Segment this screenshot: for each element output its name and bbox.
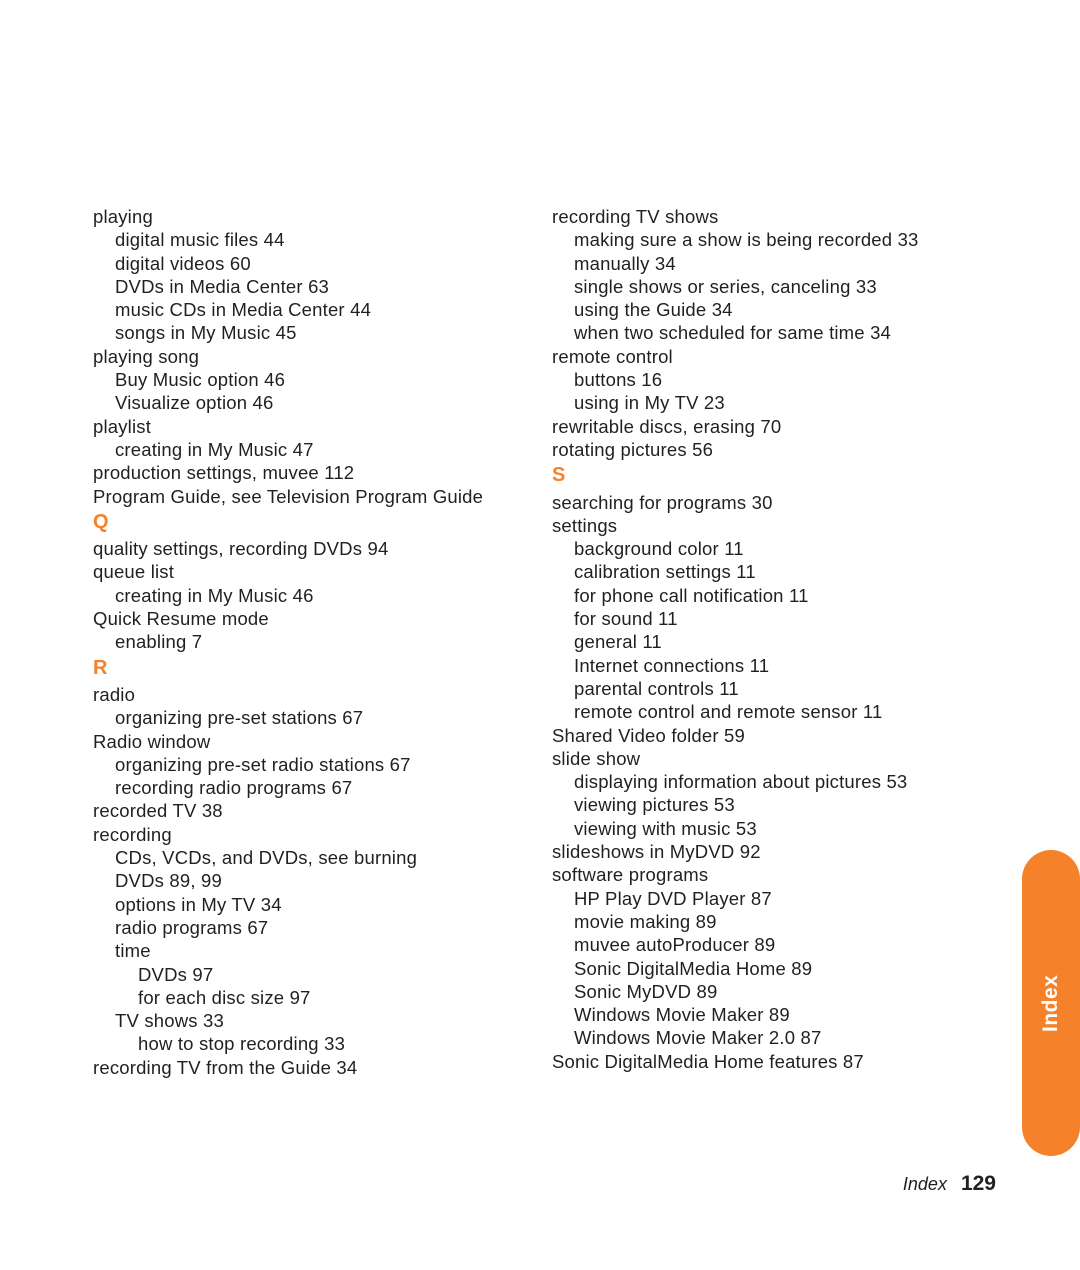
index-entry: settings xyxy=(552,514,618,536)
index-entry: making sure a show is being recorded 33 xyxy=(574,229,919,251)
footer-section-label: Index xyxy=(902,1174,947,1194)
index-entry: buttons 16 xyxy=(574,369,663,391)
index-column-left: playing digital music files 44 digital vid… xyxy=(93,205,523,1079)
index-entry: DVDs in Media Center 63 xyxy=(115,275,330,297)
index-entry: viewing pictures 53 xyxy=(574,794,735,816)
index-entry: movie making 89 xyxy=(574,910,717,932)
index-entry: for sound 11 xyxy=(574,608,678,630)
index-entry: radio xyxy=(93,683,136,705)
index-entry: remote control xyxy=(552,345,673,367)
footer-page-number: 129 xyxy=(960,1172,996,1195)
page-footer: Index 129 xyxy=(0,1172,996,1196)
index-entry: digital music files 44 xyxy=(115,229,285,251)
index-entry: enabling 7 xyxy=(115,631,203,653)
index-entry: viewing with music 53 xyxy=(574,817,757,839)
index-entry: Windows Movie Maker 89 xyxy=(574,1004,790,1026)
index-entry: recording TV from the Guide 34 xyxy=(93,1056,358,1078)
index-entry: organizing pre-set stations 67 xyxy=(115,707,364,729)
index-entry: Radio window xyxy=(93,730,211,752)
index-entry: DVDs 97 xyxy=(138,963,214,985)
index-thumb-tab: Index xyxy=(1022,850,1080,1156)
index-entry: Internet connections 11 xyxy=(574,654,770,676)
index-entry: options in My TV 34 xyxy=(115,893,282,915)
index-entry: Sonic MyDVD 89 xyxy=(574,980,718,1002)
index-entry: production settings, muvee 112 xyxy=(93,462,355,484)
index-entry: recording radio programs 67 xyxy=(115,777,353,799)
index-entry: slideshows in MyDVD 92 xyxy=(552,841,761,863)
index-entry: remote control and remote sensor 11 xyxy=(574,701,883,723)
index-entry: calibration settings 11 xyxy=(574,561,756,583)
index-column-right: recording TV shows making sure a show is … xyxy=(552,205,982,1073)
index-entry: Buy Music option 46 xyxy=(115,369,286,391)
index-entry: how to stop recording 33 xyxy=(138,1033,346,1055)
index-entry: background color 11 xyxy=(574,538,744,560)
index-entry: when two scheduled for same time 34 xyxy=(574,322,892,344)
index-section-letter: S xyxy=(552,464,566,487)
index-entry: general 11 xyxy=(574,631,662,653)
index-entry: songs in My Music 45 xyxy=(115,322,297,344)
index-entry: playing song xyxy=(93,345,200,367)
index-entry: organizing pre-set radio stations 67 xyxy=(115,753,411,775)
index-entry: for phone call notification 11 xyxy=(574,584,809,606)
index-entry: muvee autoProducer 89 xyxy=(574,934,776,956)
index-entry: single shows or series, canceling 33 xyxy=(574,275,877,297)
index-entry: music CDs in Media Center 44 xyxy=(115,299,372,321)
index-entry: displaying information about pictures 53 xyxy=(574,771,908,793)
index-entry: radio programs 67 xyxy=(115,916,269,938)
index-entry: Sonic DigitalMedia Home features 87 xyxy=(552,1050,864,1072)
index-entry: playing xyxy=(93,206,153,227)
index-entry: HP Play DVD Player 87 xyxy=(574,887,772,909)
index-thumb-tab-label: Index xyxy=(1039,974,1062,1032)
index-entry: recorded TV 38 xyxy=(93,800,223,822)
index-entry: Visualize option 46 xyxy=(115,392,274,414)
index-entry: parental controls 11 xyxy=(574,677,739,699)
index-entry: creating in My Music 47 xyxy=(115,438,314,460)
index-entry: for each disc size 97 xyxy=(138,986,311,1008)
index-entry: slide show xyxy=(552,747,641,769)
index-entry: TV shows 33 xyxy=(115,1010,224,1032)
index-section-letter: Q xyxy=(93,510,109,533)
index-entry: using the Guide 34 xyxy=(574,299,733,321)
index-page: playing digital music files 44 digital vid… xyxy=(0,0,1080,1270)
index-entry: rotating pictures 56 xyxy=(552,438,714,460)
index-entry: time xyxy=(115,940,151,962)
index-entry: software programs xyxy=(552,864,709,886)
index-entry: recording xyxy=(93,823,172,845)
index-entry: rewritable discs, erasing 70 xyxy=(552,415,782,437)
index-entry: Quick Resume mode xyxy=(93,608,269,630)
index-entry: digital videos 60 xyxy=(115,252,251,274)
index-entry: Windows Movie Maker 2.0 87 xyxy=(574,1027,822,1049)
index-entry: CDs, VCDs, and DVDs, see burning xyxy=(115,847,418,869)
index-entry: manually 34 xyxy=(574,252,676,274)
index-entry: Program Guide, see Television Program Gu… xyxy=(93,485,484,507)
index-entry: Shared Video folder 59 xyxy=(552,724,745,746)
index-entry: searching for programs 30 xyxy=(552,491,773,513)
index-entry: DVDs 89, 99 xyxy=(115,870,222,892)
index-entry: recording TV shows xyxy=(552,206,719,227)
index-entry: using in My TV 23 xyxy=(574,392,725,414)
index-entry: creating in My Music 46 xyxy=(115,584,314,606)
index-entry: playlist xyxy=(93,415,152,437)
index-entry: queue list xyxy=(93,561,175,583)
index-entry: Sonic DigitalMedia Home 89 xyxy=(574,957,813,979)
index-entry: quality settings, recording DVDs 94 xyxy=(93,538,389,560)
index-section-letter: R xyxy=(93,656,108,679)
index-columns: playing digital music files 44 digital vid… xyxy=(0,0,1080,1270)
